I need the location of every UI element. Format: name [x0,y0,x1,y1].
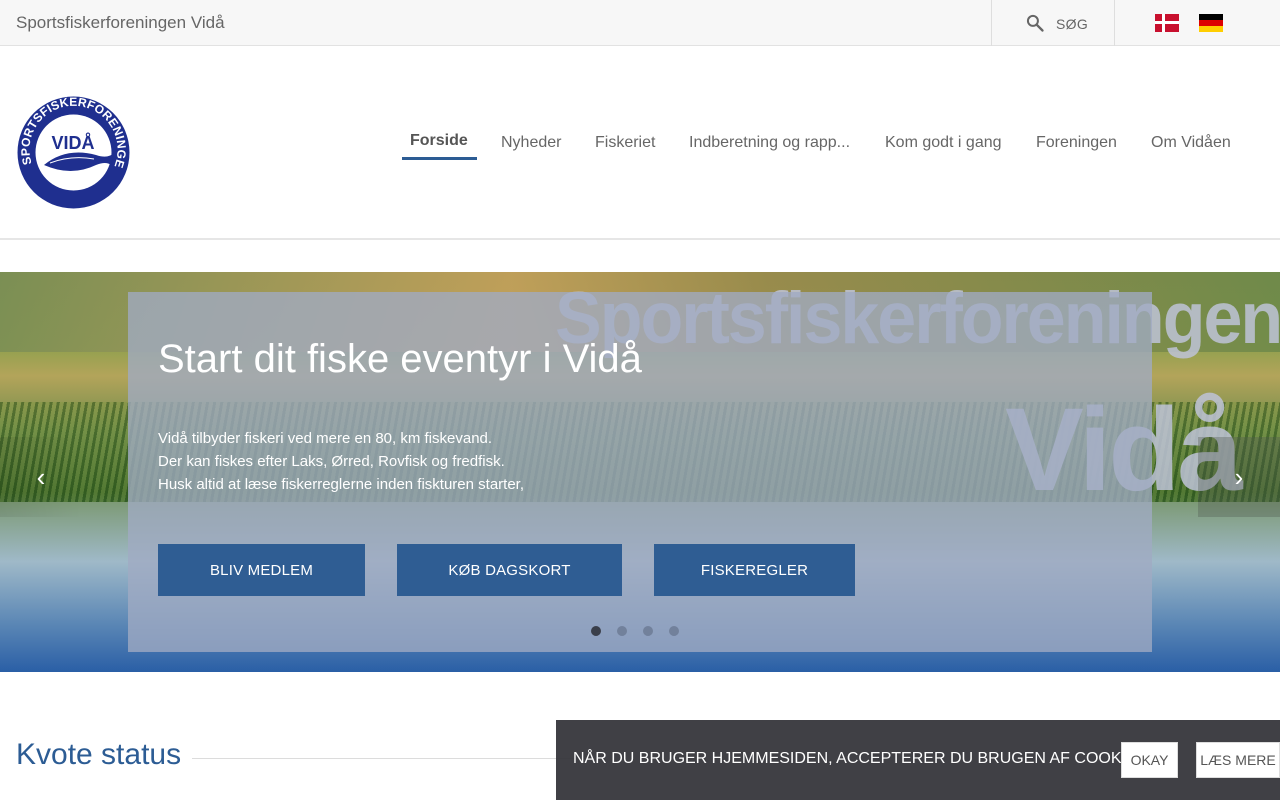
nav-item-kom-godt-i-gang[interactable]: Kom godt i gang [885,134,1002,152]
hero-line: Vidå tilbyder fiskeri ved mere en 80, km… [158,430,493,447]
danish-flag-icon[interactable] [1155,14,1179,32]
hero-caption-panel: Start dit fiske eventyr i Vidå Vidå tilb… [128,292,1152,652]
slider-dot-2[interactable] [617,626,627,636]
fishing-rules-button[interactable]: FISKEREGLER [654,544,855,596]
cookie-ok-button[interactable]: OKAY [1121,742,1178,778]
hero-description: Vidå tilbyder fiskeri ved mere en 80, km… [158,427,524,496]
search-icon [1026,14,1044,32]
hero-slider: Sportsfiskerforeningen Vidå Start dit fi… [0,272,1280,672]
cookie-text: NÅR DU BRUGER HJEMMESIDEN, ACCEPTERER DU… [573,750,1152,767]
chevron-left-icon: ‹ [36,461,46,492]
chevron-right-icon: › [1234,461,1244,492]
hero-line: Der kan fiskes efter Laks, Ørred, Rovfis… [158,453,505,470]
buy-day-ticket-button[interactable]: KØB DAGSKORT [397,544,622,596]
nav-item-foreningen[interactable]: Foreningen [1036,134,1117,152]
search-label: SØG [1056,16,1089,32]
top-bar: Sportsfiskerforeningen Vidå SØG [0,0,1280,46]
become-member-button[interactable]: BLIV MEDLEM [158,544,365,596]
site-name[interactable]: Sportsfiskerforeningen Vidå [16,13,225,33]
slider-dot-3[interactable] [643,626,653,636]
nav-item-fiskeriet[interactable]: Fiskeriet [595,134,655,152]
search-button[interactable]: SØG [991,0,1115,46]
nav-item-forside[interactable]: Forside [410,132,468,150]
slider-prev-button[interactable]: ‹ [0,437,82,517]
nav-active-indicator [402,157,477,160]
german-flag-icon[interactable] [1199,14,1223,32]
hero-line: Husk altid at læse fiskerreglerne inden … [158,476,524,493]
cookie-banner: NÅR DU BRUGER HJEMMESIDEN, ACCEPTERER DU… [556,720,1280,800]
nav-item-indberetning[interactable]: Indberetning og rapp... [689,134,850,152]
section-title: Kvote status [16,738,182,771]
section-divider [192,758,592,759]
hero-title: Start dit fiske eventyr i Vidå [158,337,642,381]
cookie-read-more-button[interactable]: LÆS MERE [1196,742,1280,778]
slider-dot-4[interactable] [669,626,679,636]
nav-item-om-vidaaen[interactable]: Om Vidåen [1151,134,1231,152]
nav-item-nyheder[interactable]: Nyheder [501,134,561,152]
site-header: SPORTSFISKERFORENINGEN VIDÅ Forside Nyhe… [0,47,1280,240]
slider-next-button[interactable]: › [1198,437,1280,517]
main-nav: Forside Nyheder Fiskeriet Indberetning o… [0,47,1280,237]
slider-dot-1[interactable] [591,626,601,636]
